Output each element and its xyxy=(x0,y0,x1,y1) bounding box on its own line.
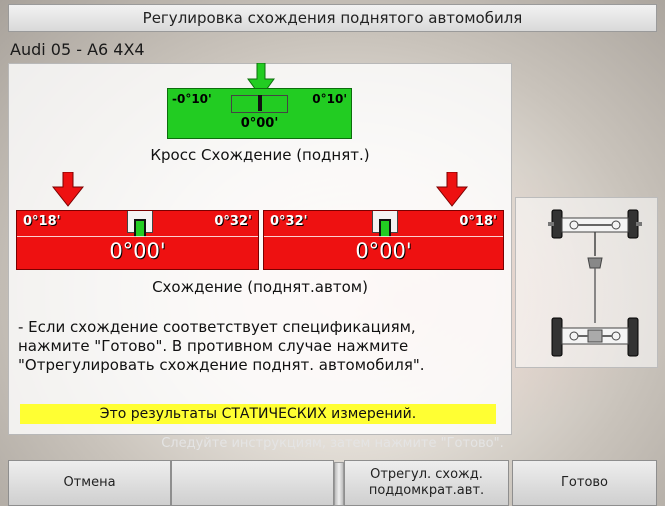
instruction-line: "Отрегулировать схождение поднят. автомо… xyxy=(18,356,425,374)
done-button-label: Готово xyxy=(560,475,609,490)
toe-right-value: 0°00' xyxy=(355,239,412,263)
static-measurement-banner: Это результаты СТАТИЧЕСКИХ измерений. xyxy=(20,404,496,424)
instructions-text: - Если схождение соответствует специфика… xyxy=(18,318,488,375)
toe-caption: Схождение (поднят.автом) xyxy=(152,278,368,296)
adjust-label-line1: Отрегул. схожд. xyxy=(370,467,483,482)
cross-toe-value: 0°00' xyxy=(240,116,279,131)
window-title: Регулировка схождения поднятого автомоби… xyxy=(142,9,523,27)
cross-toe-caption: Кросс Схождение (поднят.) xyxy=(150,146,370,164)
adjust-toe-button-label: Отрегул. схожд. поддомкрат.авт. xyxy=(369,467,484,499)
toe-right-min: 0°32' xyxy=(270,214,308,229)
done-button[interactable]: Готово xyxy=(512,460,657,506)
toe-left-needle xyxy=(134,219,146,237)
arrow-down-icon xyxy=(436,172,468,207)
toe-right-gauge: 0°32' 0°18' 0°00' xyxy=(263,210,504,270)
cross-toe-min: -0°10' xyxy=(172,92,212,106)
button-separator xyxy=(334,462,344,506)
toe-left-value: 0°00' xyxy=(109,239,166,263)
adjust-toe-button[interactable]: Отрегул. схожд. поддомкрат.авт. xyxy=(344,460,509,506)
arrow-down-icon xyxy=(52,172,84,207)
cross-toe-gauge: -0°10' 0°10' 0°00' xyxy=(167,88,352,139)
instruction-line: нажмите "Готово". В противном случае наж… xyxy=(18,337,409,355)
window-title-bar: Регулировка схождения поднятого автомоби… xyxy=(8,4,657,32)
cross-toe-max: 0°10' xyxy=(312,92,347,106)
gauge-divider xyxy=(264,236,503,237)
cancel-button[interactable]: Отмена xyxy=(8,460,171,506)
instruction-line: - Если схождение соответствует специфика… xyxy=(18,318,416,336)
toe-left-min: 0°18' xyxy=(23,214,61,229)
car-axle-diagram-icon xyxy=(548,209,642,357)
toe-right-needle xyxy=(379,219,391,237)
car-diagram-panel xyxy=(515,197,658,368)
banner-text: Это результаты СТАТИЧЕСКИХ измерений. xyxy=(99,406,417,422)
cross-toe-needle xyxy=(258,95,262,111)
vehicle-name: Audi 05 - A6 4X4 xyxy=(10,40,145,59)
adjust-label-line2: поддомкрат.авт. xyxy=(368,483,485,498)
toe-left-gauge: 0°18' 0°32' 0°00' xyxy=(16,210,259,270)
cancel-button-label: Отмена xyxy=(63,475,116,490)
toe-right-max: 0°18' xyxy=(459,214,497,229)
hint-text: Следуйте инструкциям, затем нажмите "Гот… xyxy=(161,436,504,451)
gauge-divider xyxy=(17,236,258,237)
toe-left-max: 0°32' xyxy=(214,214,252,229)
empty-button[interactable] xyxy=(171,460,334,506)
